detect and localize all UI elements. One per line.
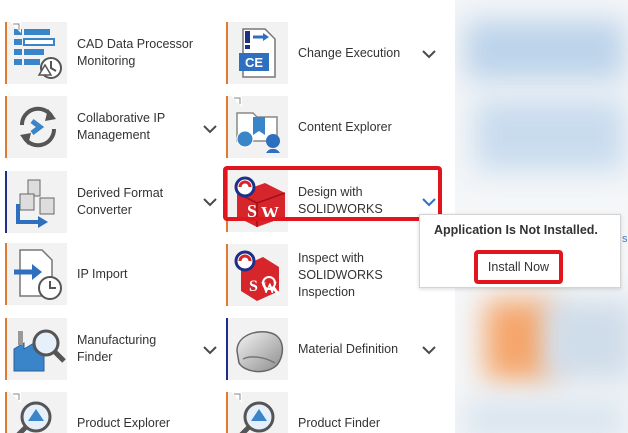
ce-document-icon: CE [239,28,276,78]
cad-monitor-icon [14,29,62,79]
chevron-down-icon[interactable] [422,49,436,59]
app-label: IP Import [77,266,128,281]
app-label: Collaborative IP Management [77,111,166,142]
app-thumbnail: S W [226,244,288,306]
app-thumbnail: CE [226,22,288,84]
app-panel: CAD Data Processor Monitoring Collaborat… [0,0,455,433]
app-label: Material Definition [298,341,399,356]
import-clock-icon [14,249,62,300]
app-thumbnail [226,392,288,433]
app-tile-derived-format[interactable]: Derived Format Converter [5,171,217,233]
app-tile-ip-import[interactable]: IP Import [5,243,195,305]
app-label: Derived Format Converter [77,186,164,217]
external-link-icon [10,392,21,403]
sync-arrows-icon [19,106,57,148]
app-label: Content Explorer [298,119,392,134]
app-thumbnail [5,96,67,158]
svg-text:S: S [249,278,258,295]
install-now-button[interactable]: Install Now [474,250,563,284]
app-tile-material-definition[interactable]: Material Definition [226,318,436,380]
app-tile-manufacturing-finder[interactable]: Manufacturing Finder [5,318,217,380]
app-label: CAD Data Processor Monitoring [77,37,194,68]
popup-message: Application Is Not Installed. [434,223,598,237]
app-tile-change-execution[interactable]: CE Change Execution [226,22,436,84]
not-installed-popup: Application Is Not Installed. Install No… [419,214,621,288]
app-tile-content-explorer[interactable]: Content Explorer [226,96,416,158]
external-link-icon [231,392,242,403]
factory-search-icon [13,329,66,372]
chevron-down-icon[interactable] [203,345,217,355]
chevron-down-icon[interactable] [203,124,217,134]
app-label: Product Finder [298,415,380,430]
material-blob-icon [236,331,284,373]
app-thumbnail [5,318,67,380]
app-label: Change Execution [298,45,401,60]
chevron-down-icon[interactable] [422,345,436,355]
app-thumbnail [5,22,67,84]
chevron-down-icon[interactable] [203,197,217,207]
content-folder-icon [236,112,280,153]
app-thumbnail [5,243,67,305]
external-link-icon [10,22,21,33]
app-label: Manufacturing Finder [77,333,157,364]
app-tile-collaborative-ip[interactable]: Collaborative IP Management [5,96,217,158]
app-tile-product-explorer[interactable]: Product Explorer [5,392,195,433]
app-tile-cad-data-processor[interactable]: CAD Data Processor Monitoring [5,22,195,84]
external-link-icon [231,96,242,107]
app-thumbnail [226,96,288,158]
svg-text:CE: CE [245,55,263,70]
app-tile-product-finder[interactable]: Product Finder [226,392,416,433]
app-thumbnail [226,318,288,380]
highlight-frame [223,166,442,221]
app-label: Product Explorer [77,415,171,430]
app-thumbnail [5,392,67,433]
sw-inspection-icon: S W [234,250,281,301]
app-thumbnail [5,171,67,233]
cube-convert-icon [16,179,55,228]
app-tile-inspect-with-solidworks[interactable]: S W Inspect with SOLIDWORKS Inspection [226,244,416,306]
side-text-fragment: s [622,233,628,245]
app-label: Inspect with SOLIDWORKS Inspection [298,250,383,299]
